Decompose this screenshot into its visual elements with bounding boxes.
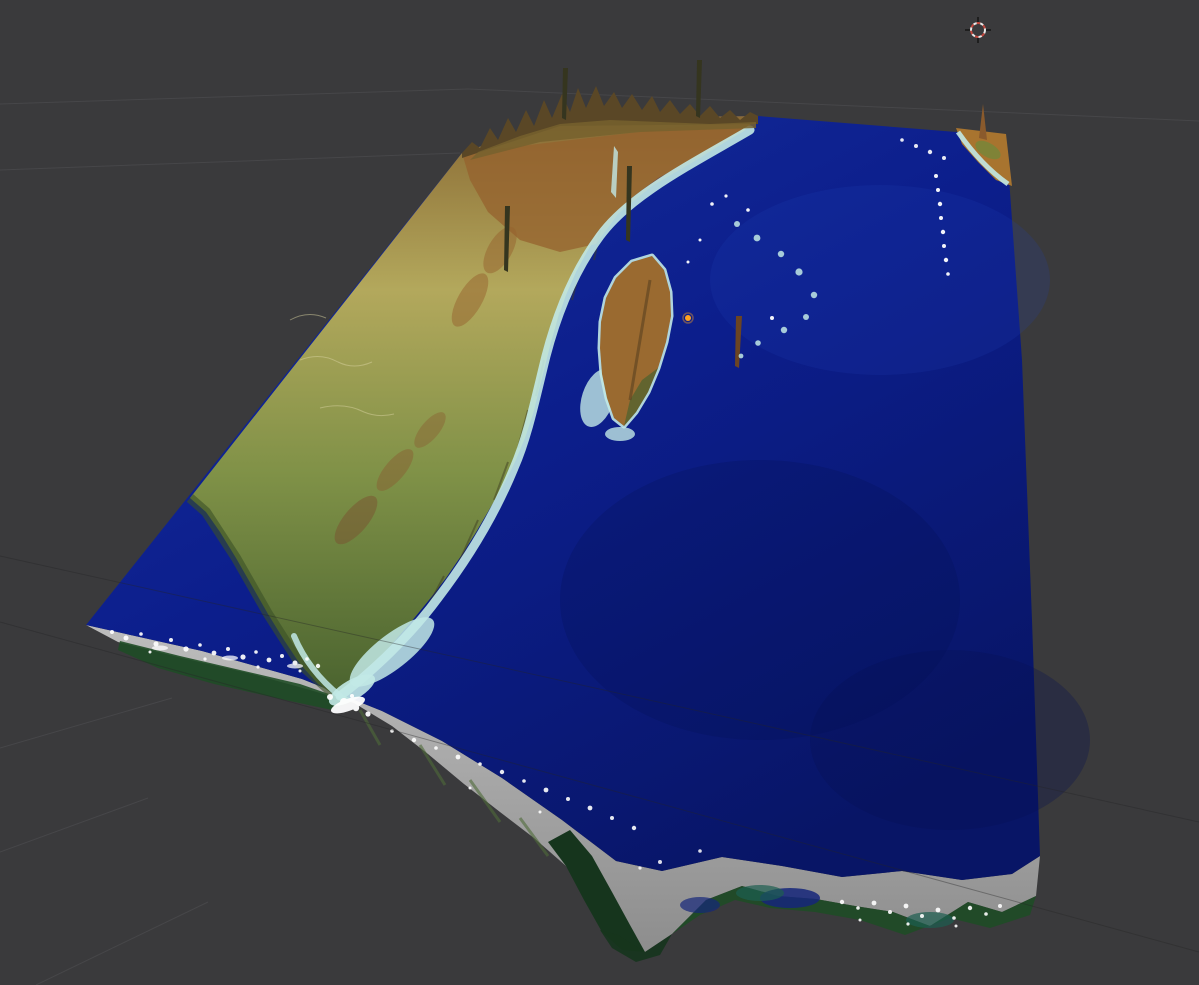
speckle-dot bbox=[738, 353, 744, 359]
speckle-dot bbox=[352, 704, 360, 712]
speckle-dot bbox=[298, 669, 302, 673]
speckle-dot bbox=[305, 657, 309, 661]
speckle-dot bbox=[952, 916, 956, 920]
speckle-dot bbox=[327, 694, 333, 700]
speckle-dot bbox=[906, 922, 910, 926]
speckle-dot bbox=[698, 849, 702, 853]
speckle-dot bbox=[770, 316, 774, 320]
speckle-dot bbox=[914, 144, 918, 148]
speckle-dot bbox=[280, 654, 284, 658]
cloud-blob bbox=[152, 645, 168, 651]
speckle-dot bbox=[110, 630, 114, 634]
speckle-dot bbox=[900, 138, 904, 142]
3d-viewport[interactable] bbox=[0, 0, 1199, 985]
front-teal-patch2 bbox=[906, 912, 954, 928]
speckle-dot bbox=[920, 914, 924, 918]
speckle-dot bbox=[198, 643, 202, 647]
speckle-dot bbox=[936, 188, 940, 192]
speckle-dot bbox=[587, 805, 593, 811]
origin-dot-core bbox=[685, 315, 691, 321]
front-navy-patch2 bbox=[680, 897, 720, 913]
speckle-dot bbox=[183, 646, 189, 652]
speckle-dot bbox=[365, 711, 371, 717]
speckle-dot bbox=[522, 779, 526, 783]
speckle-dot bbox=[927, 149, 933, 155]
speckle-dot bbox=[543, 787, 549, 793]
speckle-dot bbox=[810, 291, 818, 299]
speckle-dot bbox=[610, 816, 614, 820]
speckle-dot bbox=[942, 244, 946, 248]
speckle-dot bbox=[686, 260, 690, 264]
speckle-dot bbox=[803, 314, 809, 320]
speckle-dot bbox=[340, 698, 348, 706]
speckle-dot bbox=[903, 903, 909, 909]
speckle-dot bbox=[710, 202, 714, 206]
speckle-dot bbox=[148, 650, 152, 654]
speckle-dot bbox=[638, 866, 642, 870]
speckle-dot bbox=[434, 746, 438, 750]
speckle-dot bbox=[566, 797, 570, 801]
speckle-dot bbox=[984, 912, 988, 916]
cloud-blob bbox=[222, 655, 238, 661]
speckle-dot bbox=[839, 899, 845, 905]
speckle-dot bbox=[336, 706, 340, 710]
speckle-dot bbox=[499, 769, 505, 775]
speckle-dot bbox=[153, 641, 159, 647]
speckle-dot bbox=[746, 208, 750, 212]
speckle-dot bbox=[411, 737, 417, 743]
speckle-dot bbox=[734, 221, 740, 227]
speckle-dot bbox=[777, 250, 785, 258]
speckle-dot bbox=[240, 654, 246, 660]
speckle-dot bbox=[203, 657, 207, 661]
speckle-dot bbox=[468, 786, 472, 790]
speckle-dot bbox=[935, 907, 941, 913]
speckle-dot bbox=[943, 257, 949, 263]
speckle-dot bbox=[123, 635, 129, 641]
speckle-dot bbox=[755, 340, 761, 346]
speckle-dot bbox=[256, 665, 260, 669]
madagascar-shallow-bank-south bbox=[605, 427, 635, 441]
speckle-dot bbox=[211, 650, 217, 656]
speckle-dot bbox=[940, 229, 946, 235]
speckle-dot bbox=[888, 910, 892, 914]
speckle-dot bbox=[538, 810, 542, 814]
speckle-dot bbox=[254, 650, 258, 654]
speckle-dot bbox=[631, 825, 637, 831]
speckle-dot bbox=[315, 663, 321, 669]
speckle-dot bbox=[795, 268, 803, 276]
speckle-dot bbox=[698, 238, 702, 242]
speckle-dot bbox=[942, 156, 946, 160]
speckle-dot bbox=[946, 272, 950, 276]
speckle-dot bbox=[856, 906, 860, 910]
front-teal-patch bbox=[736, 885, 784, 901]
ocean-shadow2 bbox=[810, 650, 1090, 830]
speckle-dot bbox=[934, 174, 938, 178]
speckle-dot bbox=[954, 924, 958, 928]
speckle-dot bbox=[780, 326, 788, 334]
speckle-dot bbox=[858, 918, 862, 922]
speckle-dot bbox=[871, 900, 877, 906]
speckle-dot bbox=[292, 660, 298, 666]
speckle-dot bbox=[455, 754, 461, 760]
speckle-dot bbox=[169, 638, 173, 642]
ocean-sheen bbox=[710, 185, 1050, 375]
speckle-dot bbox=[266, 657, 272, 663]
speckle-dot bbox=[937, 201, 943, 207]
speckle-dot bbox=[226, 647, 230, 651]
speckle-dot bbox=[724, 194, 728, 198]
speckle-dot bbox=[139, 632, 143, 636]
speckle-dot bbox=[939, 216, 943, 220]
speckle-dot bbox=[753, 234, 761, 242]
speckle-dot bbox=[998, 904, 1002, 908]
speckle-dot bbox=[350, 694, 354, 698]
speckle-dot bbox=[478, 762, 482, 766]
speckle-dot bbox=[658, 860, 662, 864]
speckle-dot bbox=[967, 905, 973, 911]
